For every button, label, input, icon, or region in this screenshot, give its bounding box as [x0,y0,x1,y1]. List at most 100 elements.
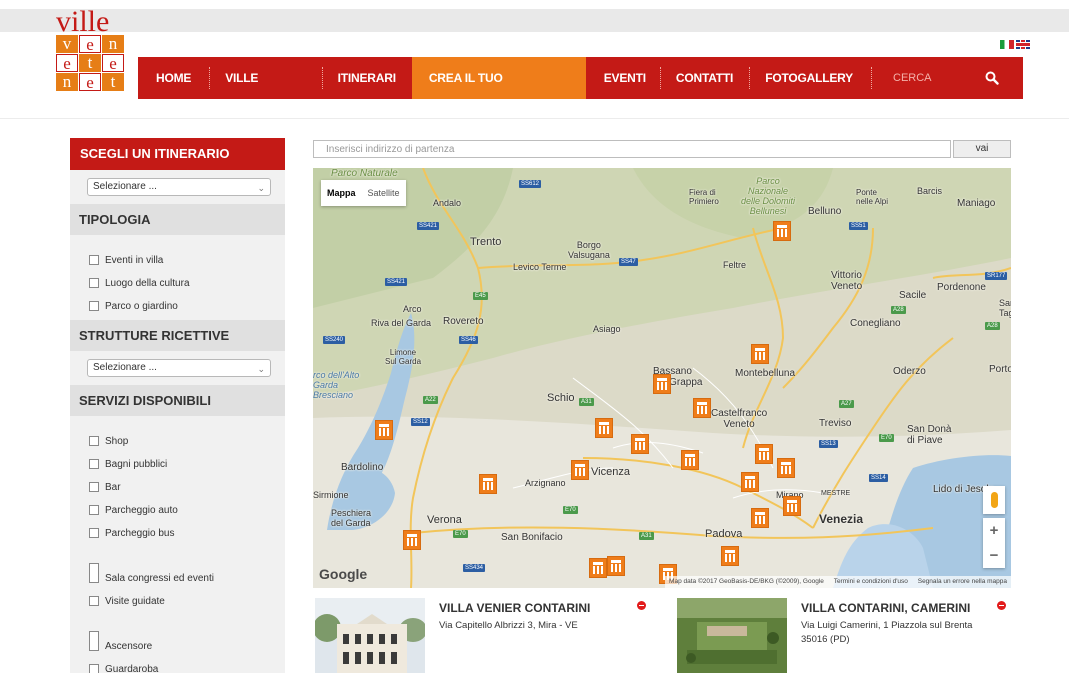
villa-marker-icon[interactable] [595,418,613,438]
map-type-satellite-button[interactable]: Satellite [362,180,406,206]
nav-contatti[interactable]: CONTATTI [659,57,749,99]
google-logo[interactable]: Google [319,566,367,582]
remove-icon[interactable] [997,601,1006,610]
nav-fotogallery[interactable]: FOTOGALLERY [749,57,871,99]
villa-marker-icon[interactable] [693,398,711,418]
checkbox-visite-guidate[interactable]: Visite guidate [89,584,285,607]
map-label: Porto [989,364,1011,375]
nav-itinerari[interactable]: ITINERARI [321,57,412,99]
remove-icon[interactable] [637,601,646,610]
checkbox-box[interactable] [89,664,99,673]
road-shield: SS51 [849,222,868,230]
search-icon[interactable] [985,71,999,85]
checkbox-box[interactable] [89,255,99,265]
checkbox-box[interactable] [89,436,99,446]
villa-marker-icon[interactable] [777,458,795,478]
checkbox-bagni[interactable]: Bagni pubblici [89,447,285,470]
map-label: Maniago [957,198,996,209]
villa-marker-icon[interactable] [653,374,671,394]
checkbox-box[interactable] [89,459,99,469]
villa-marker-icon[interactable] [721,546,739,566]
checkbox-parcheggio-bus[interactable]: Parcheggio bus [89,516,285,539]
logo-letter: n [56,73,78,91]
logo-letter: e [56,54,78,72]
villa-marker-icon[interactable] [751,508,769,528]
map-label: Treviso [819,418,852,429]
checkbox-ascensore[interactable]: Ascensore [89,607,285,652]
strutture-heading: STRUTTURE RICETTIVE [70,320,285,351]
villa-marker-icon[interactable] [375,420,393,440]
checkbox-box[interactable] [89,505,99,515]
logo-word: ville [56,5,110,38]
italian-flag-icon[interactable] [1000,40,1014,49]
checkbox-box[interactable] [89,482,99,492]
villa-marker-icon[interactable] [403,530,421,550]
map-label: Fiera di Primiero [689,188,719,206]
itinerary-select[interactable]: Selezionare ... ⌄ [87,178,271,196]
logo-grid: v e n e t e n e t [56,35,128,91]
tipologia-heading: TIPOLOGIA [70,204,285,235]
checkbox-parco-giardino[interactable]: Parco o giardino [89,289,285,312]
checkbox-box[interactable] [89,596,99,606]
villa-marker-icon[interactable] [479,474,497,494]
checkbox-box[interactable] [89,278,99,288]
nav-ville-venete[interactable]: VILLE VENETE [209,57,321,127]
nav-eventi[interactable]: EVENTI [586,57,660,99]
villa-marker-icon[interactable] [589,558,607,578]
villa-title[interactable]: VILLA CONTARINI, CAMERINI [801,601,970,615]
english-flag-icon[interactable] [1016,40,1030,49]
villa-card[interactable]: VILLA CONTARINI, CAMERINI Via Luigi Came… [677,598,1011,673]
checkbox-box[interactable] [89,631,99,651]
zoom-in-button[interactable]: + [983,518,1005,543]
itinerary-heading: SCEGLI UN ITINERARIO [70,138,285,170]
nav-home[interactable]: HOME [138,57,209,99]
logo-letter: e [102,54,124,72]
start-address-input[interactable] [313,140,951,158]
strutture-select[interactable]: Selezionare ... ⌄ [87,359,271,377]
map-label: San Donà di Piave [907,424,952,446]
villa-marker-icon[interactable] [783,496,801,516]
checkbox-label: Ascensore [105,641,153,652]
site-logo[interactable]: ville v e n e t e n e t [56,5,128,91]
map-label: Borgo Valsugana [568,240,610,260]
checkbox-sala-congressi[interactable]: Sala congressi ed eventi [89,539,285,584]
villa-marker-icon[interactable] [773,221,791,241]
go-button[interactable]: vai [953,140,1011,158]
villa-marker-icon[interactable] [607,556,625,576]
checkbox-bar[interactable]: Bar [89,470,285,493]
map-terms-link[interactable]: Termini e condizioni d'uso [834,578,908,585]
logo-letter: v [56,35,78,53]
map-label: Oderzo [893,366,926,377]
itinerary-map[interactable]: Mappa Satellite Parco Naturale Andalo Fi… [313,168,1011,588]
map-label: Limone Sul Garda [385,348,422,366]
villa-photo [315,598,425,673]
checkbox-luogo-cultura[interactable]: Luogo della cultura [89,266,285,289]
top-strip [0,0,1069,32]
zoom-out-button[interactable]: − [983,543,1005,568]
map-label: Arco [403,304,422,314]
villa-marker-icon[interactable] [751,344,769,364]
villa-card[interactable]: VILLA VENIER CONTARINI Via Capitello Alb… [315,598,655,673]
nav-crea-itinerario[interactable]: CREA IL TUO ITINERARIO [411,57,586,127]
checkbox-box[interactable] [89,528,99,538]
checkbox-eventi-in-villa[interactable]: Eventi in villa [89,243,285,266]
search-input[interactable] [893,72,1023,84]
checkbox-box[interactable] [89,301,99,311]
map-type-map-button[interactable]: Mappa [321,180,362,206]
start-address-bar: vai [313,140,1011,158]
road-shield: SS13 [819,440,838,448]
villa-marker-icon[interactable] [571,460,589,480]
checkbox-box[interactable] [89,563,99,583]
checkbox-shop[interactable]: Shop [89,424,285,447]
villa-title[interactable]: VILLA VENIER CONTARINI [439,601,590,615]
map-report-link[interactable]: Segnala un errore nella mappa [918,578,1007,585]
checkbox-guardaroba[interactable]: Guardaroba [89,652,285,673]
checkbox-label: Guardaroba [105,664,159,673]
villa-marker-icon[interactable] [631,434,649,454]
map-label: Parco Naturale [331,168,398,179]
street-view-pegman-icon[interactable] [983,486,1005,514]
checkbox-parcheggio-auto[interactable]: Parcheggio auto [89,493,285,516]
villa-marker-icon[interactable] [755,444,773,464]
villa-marker-icon[interactable] [741,472,759,492]
villa-marker-icon[interactable] [681,450,699,470]
